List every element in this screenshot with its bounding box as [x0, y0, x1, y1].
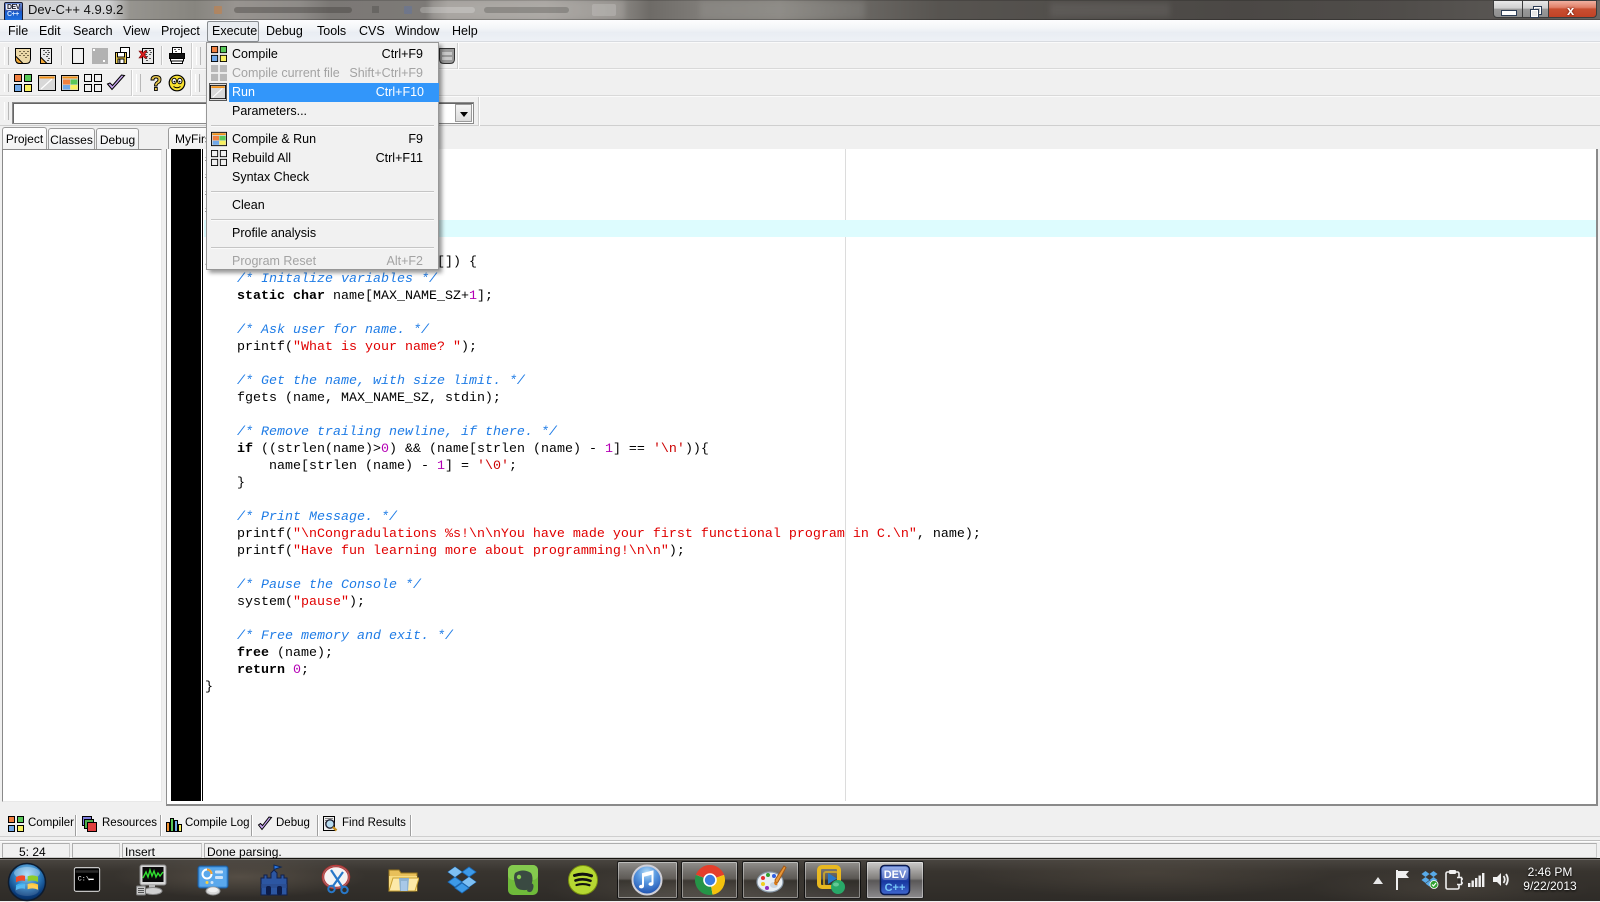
svg-text:C:\: C:\: [78, 875, 90, 883]
svg-text:DEV: DEV: [884, 869, 907, 881]
svg-text:C++: C++: [885, 882, 906, 894]
